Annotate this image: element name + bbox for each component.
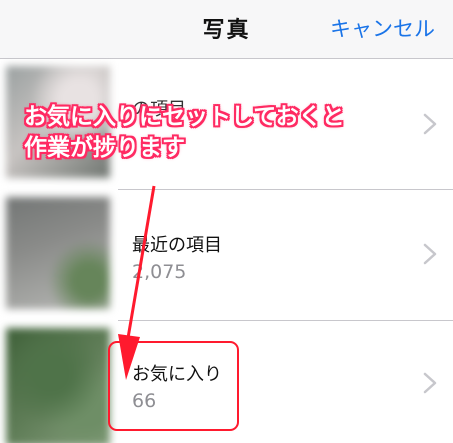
album-thumbnail — [6, 328, 110, 443]
chevron-right-icon — [423, 372, 437, 394]
photo-picker-screen: 写真 キャンセル の項目 最近の項目 2,075 お気に入り 66 お気に入りに… — [0, 0, 453, 443]
navigation-bar: 写真 キャンセル — [0, 0, 453, 59]
chevron-right-icon — [423, 243, 437, 265]
album-thumbnail — [6, 197, 110, 309]
album-row[interactable]: 最近の項目 2,075 — [0, 189, 453, 320]
annotation-text: お気に入りにセットしておくと 作業が捗ります — [24, 104, 345, 161]
album-count: 2,075 — [132, 261, 187, 283]
album-title: 最近の項目 — [132, 235, 222, 256]
chevron-right-icon — [423, 113, 437, 135]
cancel-button[interactable]: キャンセル — [330, 13, 435, 43]
favorites-highlight-box — [108, 341, 239, 431]
